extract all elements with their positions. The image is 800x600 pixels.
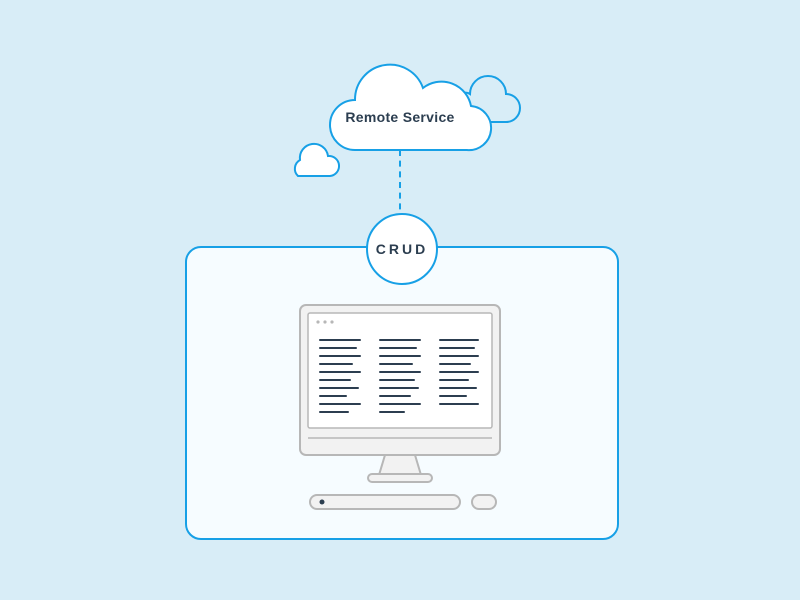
diagram-stage: Remote Service CRUD [0, 0, 800, 600]
keyboard-icon [310, 495, 460, 509]
monitor-base [368, 474, 432, 482]
computer-group [0, 0, 800, 600]
monitor-stand [379, 455, 421, 475]
monitor-screen [308, 313, 492, 428]
mouse-icon [472, 495, 496, 509]
